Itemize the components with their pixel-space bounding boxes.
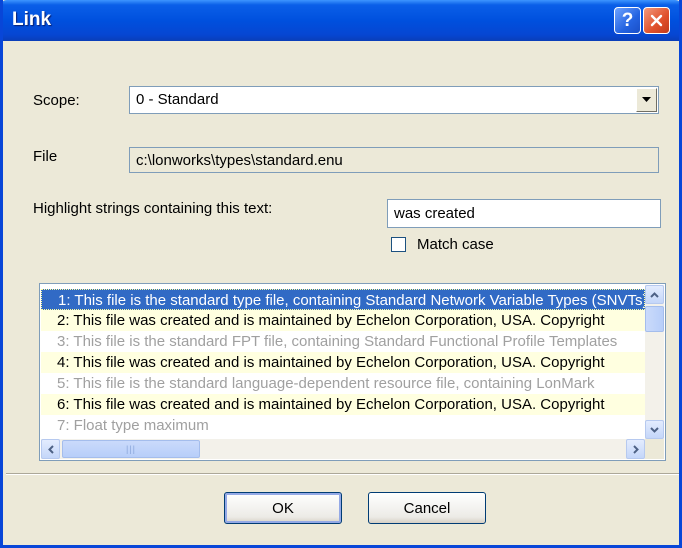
list-item[interactable]: 3: This file is the standard FPT file, c… (41, 331, 645, 352)
file-label: File (33, 148, 58, 165)
chevron-right-icon (632, 444, 639, 454)
file-path: c:\lonworks\types\standard.enu (136, 152, 343, 169)
divider (6, 473, 679, 475)
help-button[interactable]: ? (614, 7, 641, 34)
match-case-checkbox[interactable] (391, 237, 406, 252)
ok-button[interactable]: OK (224, 492, 342, 524)
scope-label: Scope: (33, 92, 80, 109)
chevron-left-icon (47, 444, 54, 454)
title-bar[interactable]: Link ? (3, 0, 679, 41)
list-item[interactable]: 6: This file was created and is maintain… (41, 394, 645, 415)
scroll-down-button[interactable] (645, 420, 664, 439)
list-item[interactable]: 2: This file was created and is maintain… (41, 310, 645, 331)
close-button[interactable] (643, 7, 670, 34)
file-field: c:\lonworks\types\standard.enu (129, 147, 659, 173)
scroll-up-button[interactable] (645, 285, 664, 304)
vertical-scrollbar[interactable] (645, 285, 664, 439)
grip-icon: ||| (125, 444, 136, 454)
list-item[interactable]: 1: This file is the standard type file, … (41, 289, 645, 310)
chevron-up-icon (650, 291, 659, 298)
link-dialog: Link ? Scope: 0 - Standard File c:\lonwo… (0, 0, 682, 548)
vertical-scroll-thumb[interactable] (645, 306, 664, 332)
help-icon: ? (621, 9, 634, 31)
highlight-value: was created (394, 205, 475, 222)
horizontal-scroll-thumb[interactable]: ||| (62, 440, 200, 458)
chevron-down-icon (650, 426, 659, 433)
chevron-down-icon (642, 97, 651, 102)
scrollbar-corner (645, 439, 664, 459)
strings-list[interactable]: 1: This file is the standard type file, … (39, 283, 666, 461)
scroll-right-button[interactable] (626, 439, 645, 459)
horizontal-scrollbar[interactable]: ||| (41, 439, 645, 459)
list-item[interactable]: 7: Float type maximum (41, 415, 645, 436)
scroll-left-button[interactable] (41, 439, 60, 459)
scope-value: 0 - Standard (136, 91, 219, 108)
list-rows: 1: This file is the standard type file, … (41, 285, 645, 439)
scope-select[interactable]: 0 - Standard (129, 86, 659, 114)
highlight-input[interactable]: was created (387, 199, 661, 228)
list-item[interactable]: 4: This file was created and is maintain… (41, 352, 645, 373)
dialog-title: Link (12, 9, 52, 30)
close-icon (650, 14, 663, 27)
scope-dropdown-button[interactable] (636, 88, 657, 112)
highlight-label: Highlight strings containing this text: (33, 200, 273, 217)
list-item[interactable]: 5: This file is the standard language-de… (41, 373, 645, 394)
match-case-label[interactable]: Match case (417, 236, 494, 253)
cancel-button[interactable]: Cancel (368, 492, 486, 524)
